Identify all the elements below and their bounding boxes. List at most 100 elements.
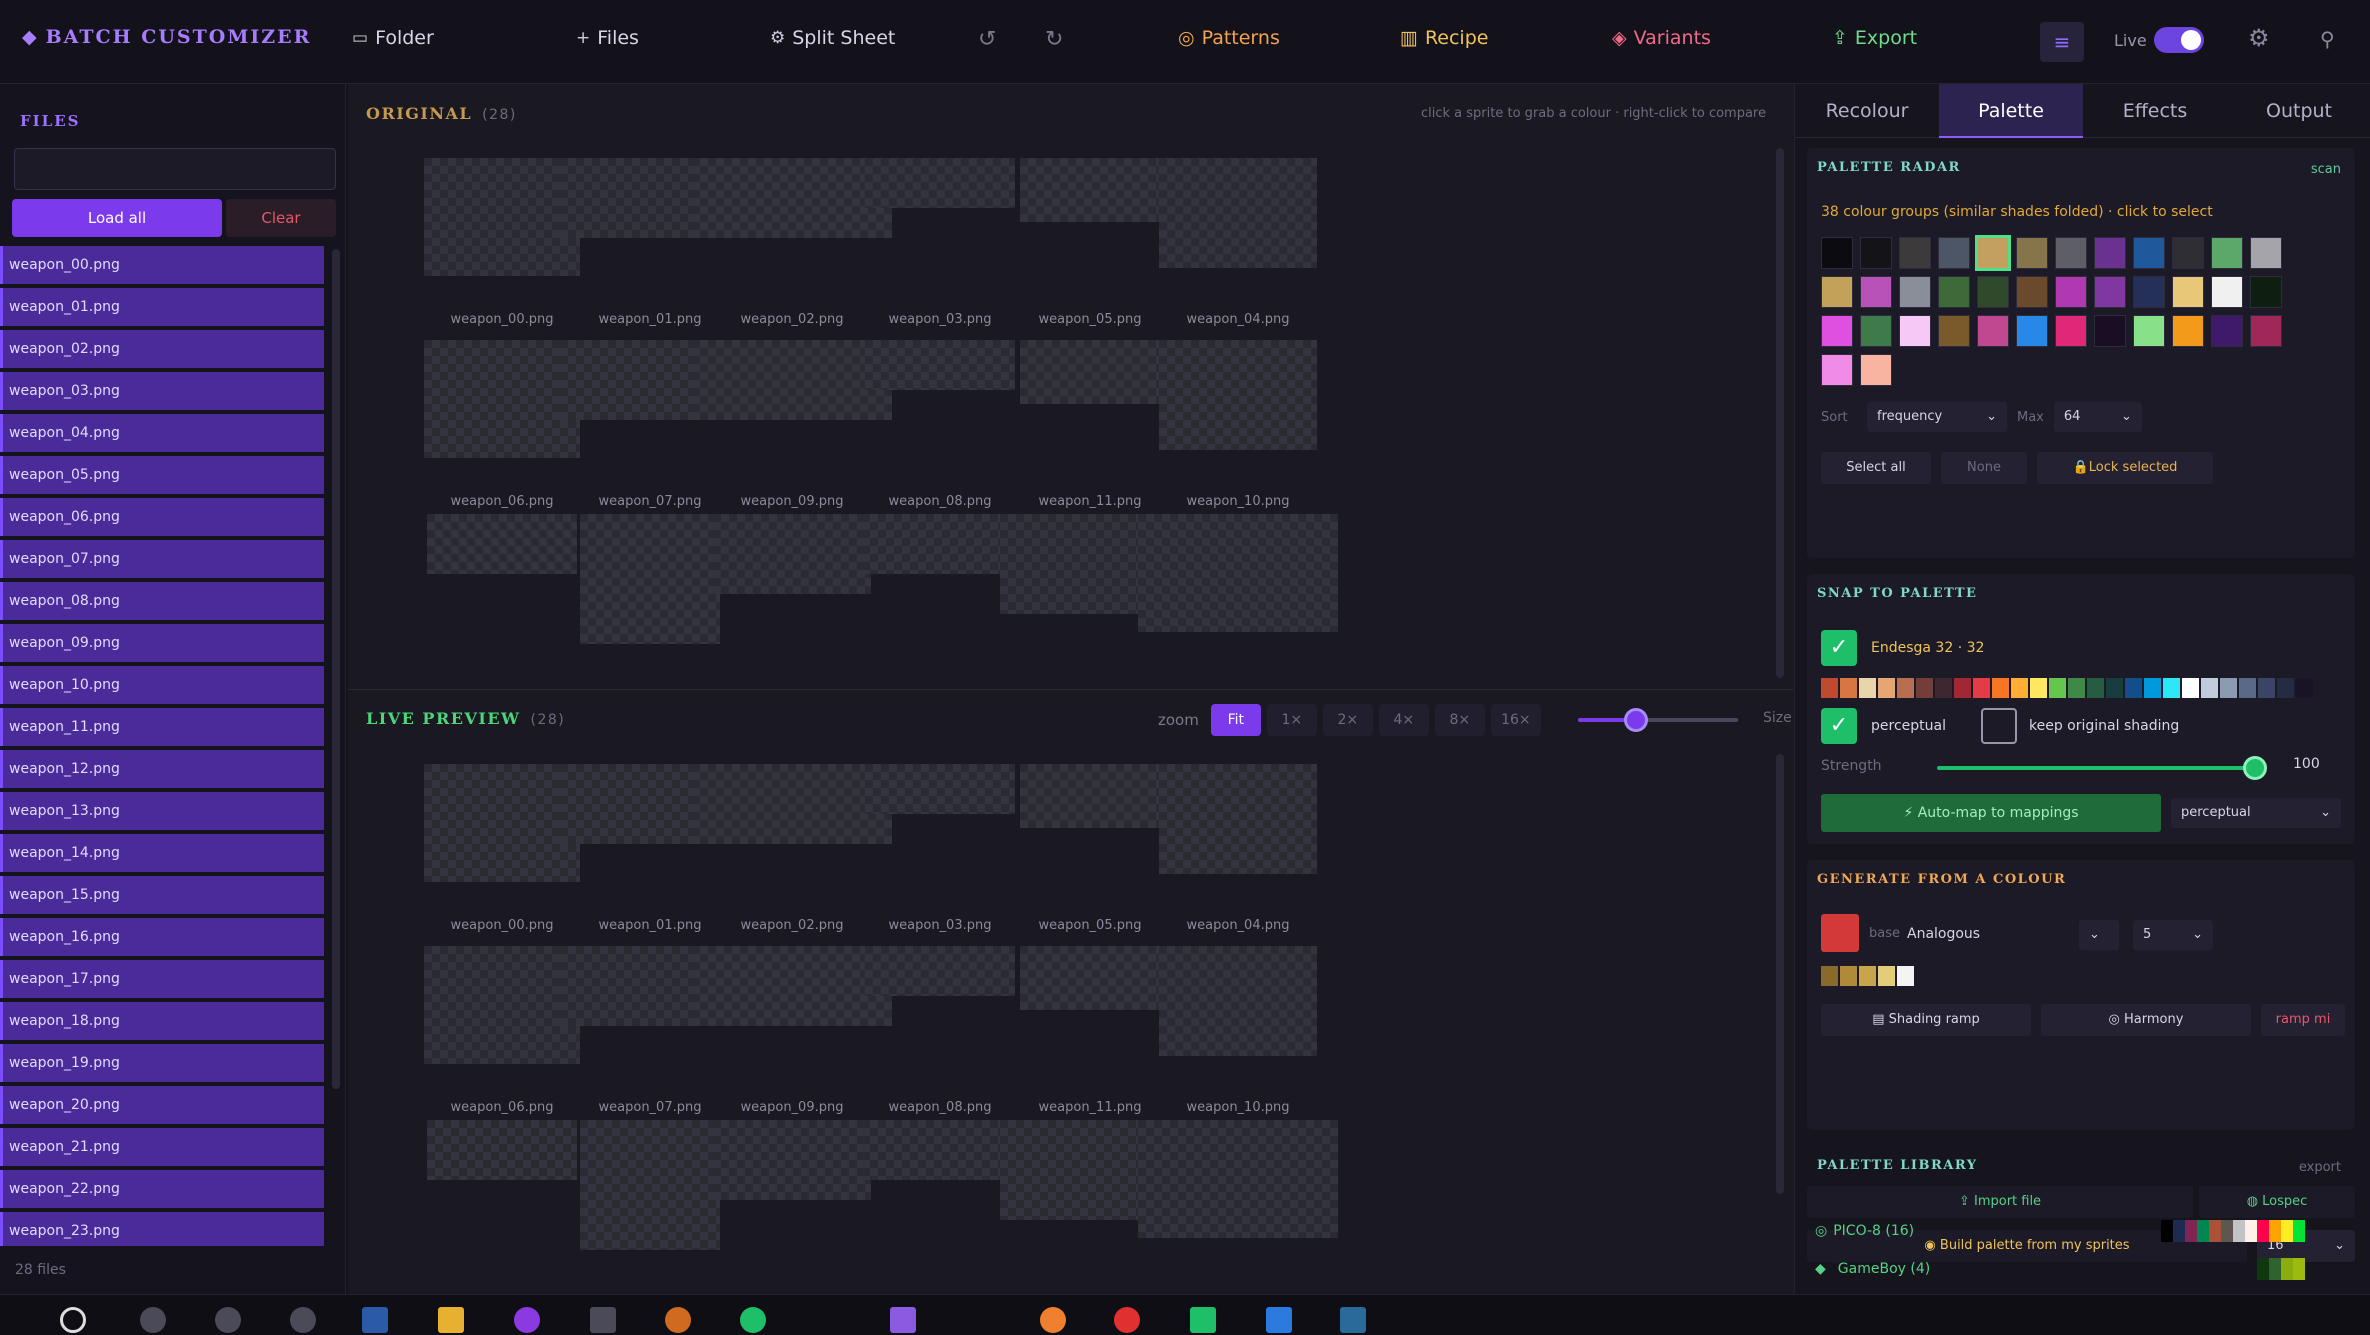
perceptual-checkbox[interactable]: ✓ [1821, 708, 1857, 744]
colour-swatch[interactable] [2133, 237, 2165, 269]
colour-swatch[interactable] [1899, 315, 1931, 347]
sprite-thumbnail[interactable] [865, 764, 1015, 814]
colour-swatch[interactable] [1821, 315, 1853, 347]
file-list-item[interactable]: weapon_21.png [0, 1128, 324, 1166]
colour-swatch[interactable] [1899, 237, 1931, 269]
colour-swatch[interactable] [2211, 276, 2243, 308]
pin-icon[interactable]: ⚲ [2320, 27, 2335, 51]
recipe-button[interactable]: ▥ Recipe [1400, 27, 1488, 49]
file-list-item[interactable]: weapon_16.png [0, 918, 324, 956]
strength-slider[interactable] [1937, 756, 2267, 780]
sprite-thumbnail[interactable] [424, 764, 580, 882]
colour-swatch[interactable] [2016, 315, 2048, 347]
file-list-item[interactable]: weapon_08.png [0, 582, 324, 620]
sprite-thumbnail[interactable] [862, 1120, 1018, 1180]
size-slider[interactable] [1578, 708, 1738, 732]
tab-output[interactable]: Output [2227, 84, 2370, 138]
colour-swatch[interactable] [2172, 315, 2204, 347]
sprite-thumbnail[interactable] [1159, 158, 1317, 268]
zoom-16x[interactable]: 16× [1490, 704, 1541, 736]
library-export-link[interactable]: export [2299, 1160, 2341, 1175]
file-list-item[interactable]: weapon_23.png [0, 1212, 324, 1246]
zoom-1x[interactable]: 1× [1266, 704, 1317, 736]
app-icon[interactable] [665, 1307, 691, 1333]
file-list-item[interactable]: weapon_22.png [0, 1170, 324, 1208]
app-icon[interactable] [362, 1307, 388, 1333]
shading-ramp-button[interactable]: ▤ Shading ramp [1821, 1004, 2031, 1036]
search-icon[interactable] [60, 1307, 86, 1333]
file-list-scrollbar[interactable] [332, 249, 340, 1089]
app-icon[interactable] [1040, 1307, 1066, 1333]
strength-knob[interactable] [2243, 756, 2267, 780]
colour-swatch[interactable] [1860, 237, 1892, 269]
mode-select[interactable]: perceptual ⌄ [2171, 798, 2341, 828]
file-list-item[interactable]: weapon_20.png [0, 1086, 324, 1124]
sprite-thumbnail[interactable] [424, 340, 580, 458]
colour-swatch[interactable] [2250, 237, 2282, 269]
sprite-thumbnail[interactable] [424, 946, 580, 1064]
app-icon[interactable] [1266, 1307, 1292, 1333]
file-list-item[interactable]: weapon_00.png [0, 246, 324, 284]
sprite-thumbnail[interactable] [1020, 340, 1160, 404]
sprite-thumbnail[interactable] [713, 514, 871, 594]
app-icon[interactable] [890, 1307, 916, 1333]
file-list-item[interactable]: weapon_07.png [0, 540, 324, 578]
app-icon[interactable] [514, 1307, 540, 1333]
sprite-thumbnail[interactable] [1020, 764, 1160, 828]
sprite-thumbnail[interactable] [1138, 514, 1338, 632]
file-list-item[interactable]: weapon_06.png [0, 498, 324, 536]
folder-button[interactable]: ▭ Folder [352, 27, 434, 49]
app-icon[interactable] [590, 1307, 616, 1333]
sprite-thumbnail[interactable] [1159, 340, 1317, 450]
colour-swatch[interactable] [1977, 315, 2009, 347]
library-item-pico8[interactable]: ◎ PICO-8 (16) [1815, 1214, 2345, 1248]
live-toggle[interactable]: Live [2114, 27, 2204, 53]
colour-swatch[interactable] [2094, 276, 2126, 308]
sprite-thumbnail[interactable] [865, 158, 1015, 208]
sprite-thumbnail[interactable] [1159, 764, 1317, 874]
clear-button[interactable]: Clear [226, 199, 336, 237]
sprite-thumbnail[interactable] [427, 1120, 577, 1180]
file-list-item[interactable]: weapon_18.png [0, 1002, 324, 1040]
sprite-thumbnail[interactable] [692, 158, 892, 238]
colour-swatch[interactable] [1938, 315, 1970, 347]
file-list-item[interactable]: weapon_04.png [0, 414, 324, 452]
size-slider-knob[interactable] [1624, 708, 1648, 732]
ramp-mi-button[interactable]: ramp mi [2261, 1004, 2345, 1036]
sprite-thumbnail[interactable] [1138, 1120, 1338, 1238]
redo-icon[interactable]: ↻ [1045, 27, 1063, 52]
sprite-thumbnail[interactable] [580, 1120, 720, 1250]
file-list-item[interactable]: weapon_05.png [0, 456, 324, 494]
max-select[interactable]: 64 ⌄ [2053, 402, 2142, 432]
file-list-item[interactable]: weapon_01.png [0, 288, 324, 326]
sort-select[interactable]: frequency ⌄ [1867, 402, 2007, 432]
app-icon[interactable] [1190, 1307, 1216, 1333]
undo-icon[interactable]: ↺ [978, 27, 996, 52]
colour-swatch[interactable] [2211, 237, 2243, 269]
file-list-item[interactable]: weapon_11.png [0, 708, 324, 746]
app-icon[interactable] [215, 1307, 241, 1333]
scan-link[interactable]: scan [2311, 162, 2341, 177]
live-scrollbar[interactable] [1776, 754, 1784, 1194]
colour-swatch[interactable] [2016, 237, 2048, 269]
app-icon[interactable] [1114, 1307, 1140, 1333]
auto-map-button[interactable]: ⚡ Auto-map to mappings [1821, 794, 2161, 832]
variants-button[interactable]: ◈ Variants [1612, 27, 1711, 49]
file-list-item[interactable]: weapon_15.png [0, 876, 324, 914]
colour-swatch[interactable] [2250, 276, 2282, 308]
colour-swatch[interactable] [1821, 237, 1853, 269]
colour-swatch[interactable] [2172, 276, 2204, 308]
file-list-item[interactable]: weapon_03.png [0, 372, 324, 410]
colour-swatch[interactable] [2055, 276, 2087, 308]
app-icon[interactable] [290, 1307, 316, 1333]
sprite-thumbnail[interactable] [692, 764, 892, 844]
colour-swatch[interactable] [1860, 315, 1892, 347]
colour-swatch[interactable] [1821, 354, 1853, 386]
sprite-thumbnail[interactable] [1159, 946, 1317, 1056]
file-list-item[interactable]: weapon_17.png [0, 960, 324, 998]
tab-recolour[interactable]: Recolour [1795, 84, 1939, 138]
colour-swatch[interactable] [2133, 276, 2165, 308]
sprite-thumbnail[interactable] [580, 514, 720, 644]
colour-swatch[interactable] [1938, 237, 1970, 269]
colour-swatch[interactable] [2055, 315, 2087, 347]
